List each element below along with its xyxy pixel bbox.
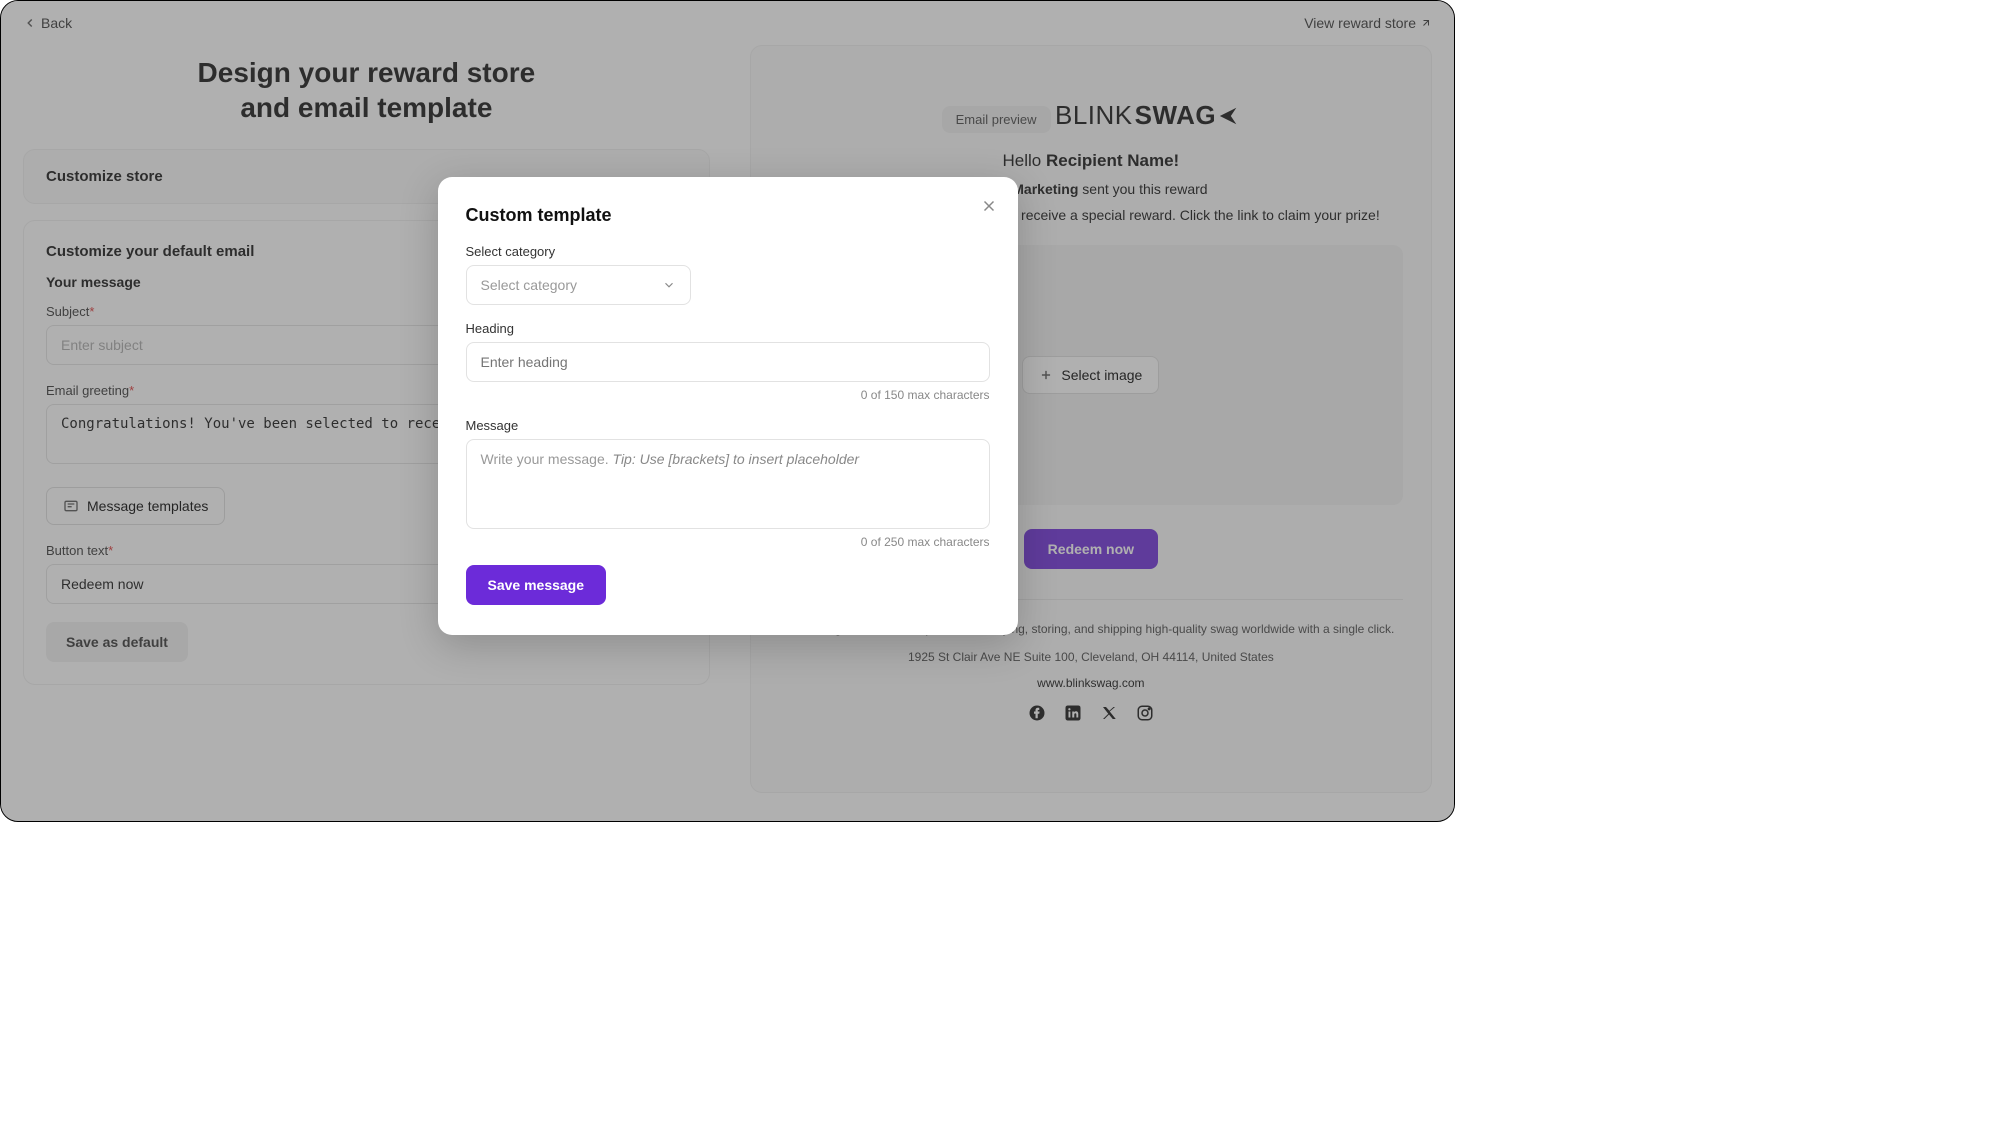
- message-char-count: 0 of 250 max characters: [466, 535, 990, 549]
- modal-overlay: Custom template Select category Select c…: [1, 1, 1454, 821]
- chevron-down-icon: [662, 278, 676, 292]
- message-label: Message: [466, 418, 990, 433]
- category-placeholder: Select category: [481, 277, 578, 293]
- heading-char-count: 0 of 150 max characters: [466, 388, 990, 402]
- message-textarea[interactable]: Write your message. Tip: Use [brackets] …: [466, 439, 990, 529]
- close-icon[interactable]: [980, 197, 998, 215]
- save-message-button[interactable]: Save message: [466, 565, 607, 605]
- heading-input[interactable]: [466, 342, 990, 382]
- category-select[interactable]: Select category: [466, 265, 691, 305]
- custom-template-modal: Custom template Select category Select c…: [438, 177, 1018, 635]
- heading-label: Heading: [466, 321, 990, 336]
- category-label: Select category: [466, 244, 990, 259]
- modal-title: Custom template: [466, 205, 990, 226]
